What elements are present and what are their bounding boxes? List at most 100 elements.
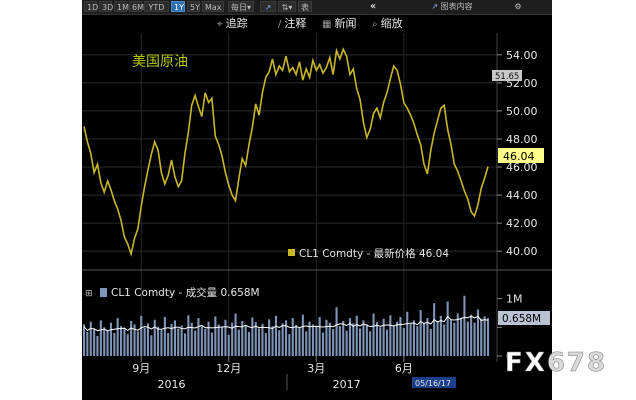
volume-bar <box>332 329 335 356</box>
volume-bar <box>160 330 163 356</box>
volume-bar <box>322 332 325 356</box>
volume-bar <box>109 322 112 356</box>
price-legend: CL1 Comdty - 最新价格 46.04 <box>299 247 449 260</box>
volume-bar <box>167 333 170 356</box>
volume-bar <box>140 315 143 356</box>
volume-bar <box>480 318 483 356</box>
volume-bar <box>291 318 294 356</box>
price-tick-label: 42.00 <box>506 217 538 230</box>
volume-bar <box>89 321 92 356</box>
volume-bar <box>409 323 412 356</box>
volume-bar <box>271 326 274 356</box>
volume-bar <box>157 326 160 356</box>
volume-bar <box>460 318 463 356</box>
volume-bar <box>221 327 224 356</box>
volume-bar <box>392 325 395 356</box>
volume-bar <box>113 333 116 356</box>
volume-bar <box>365 324 368 356</box>
volume-legend: CL1 Comdty - 成交量 0.658M <box>111 286 260 299</box>
volume-bar <box>264 333 267 356</box>
volume-bar <box>369 331 372 356</box>
volume-bar <box>446 301 449 356</box>
volume-bar <box>153 319 156 356</box>
upper-price-tag-text: 51.65 <box>495 72 519 82</box>
volume-bar <box>301 314 304 356</box>
price-tick-label: 44.00 <box>506 189 538 202</box>
volume-bar <box>268 319 271 356</box>
volume-bar <box>96 335 99 356</box>
volume-bar <box>295 325 298 356</box>
volume-bar <box>184 333 187 356</box>
volume-bar <box>200 326 203 356</box>
volume-bar <box>386 329 389 356</box>
volume-bar <box>83 324 86 356</box>
volume-bar <box>399 317 402 356</box>
volume-bar <box>419 310 422 356</box>
volume-bar <box>261 323 264 356</box>
year-label: 2017 <box>333 378 361 391</box>
volume-bar <box>305 331 308 356</box>
volume-bar <box>416 326 419 356</box>
volume-bar <box>99 320 102 356</box>
volume-legend-swatch <box>100 288 107 297</box>
volume-bar <box>318 317 321 356</box>
volume-legend-toggle[interactable]: ⊞ <box>85 289 93 299</box>
volume-bar <box>362 320 365 356</box>
volume-bar <box>247 331 250 356</box>
volume-bar <box>143 327 146 356</box>
volume-tag-text: 0.658M <box>502 313 541 325</box>
volume-bar <box>345 330 348 356</box>
watermark-logo: FX678 <box>505 348 607 379</box>
volume-bar <box>234 313 237 356</box>
volume-bar <box>315 326 318 356</box>
volume-bar <box>130 321 133 356</box>
volume-bar <box>298 327 301 356</box>
month-label: 12月 <box>216 362 241 375</box>
chart-title: 美国原油 <box>132 54 188 70</box>
volume-bar <box>274 315 277 356</box>
volume-bar <box>150 335 153 356</box>
volume-bar <box>120 326 123 356</box>
volume-bar <box>483 316 486 356</box>
month-label: 6月 <box>395 362 413 375</box>
volume-bar <box>116 318 119 356</box>
volume-bar <box>177 328 180 356</box>
volume-bar <box>355 315 358 356</box>
volume-bar <box>86 331 89 356</box>
volume-bar <box>372 313 375 356</box>
volume-bar <box>389 315 392 356</box>
volume-bar <box>342 321 345 356</box>
price-tick-label: 40.00 <box>506 245 538 258</box>
price-tick-label: 50.00 <box>506 105 538 118</box>
volume-tick-label: 1M <box>506 293 523 306</box>
volume-bar <box>463 295 466 356</box>
volume-bar <box>359 328 362 356</box>
volume-bar <box>487 318 490 356</box>
volume-bar <box>439 315 442 356</box>
volume-bar <box>210 332 213 356</box>
volume-bar <box>473 322 476 356</box>
watermark-part1: FX <box>505 348 547 379</box>
volume-bar <box>396 321 399 356</box>
month-label: 3月 <box>307 362 325 375</box>
volume-bar <box>187 315 190 356</box>
volume-bar <box>146 323 149 356</box>
volume-bar <box>449 319 452 356</box>
volume-bar <box>194 330 197 356</box>
volume-bar <box>258 328 261 356</box>
volume-bar <box>288 334 291 356</box>
volume-bar <box>466 321 469 356</box>
volume-bar <box>402 327 405 356</box>
volume-bar <box>375 322 378 356</box>
terminal-chart-window: 1D 3D 1M 6M YTD 1Y 5Y Max 每日▾ ↗ ⇅▾ 表 « ↗… <box>82 0 552 400</box>
volume-bar <box>412 320 415 356</box>
volume-bar <box>423 322 426 356</box>
volume-bar <box>433 303 436 356</box>
volume-bar <box>126 334 129 356</box>
volume-bar <box>325 319 328 356</box>
volume-bar <box>227 334 230 356</box>
volume-bar <box>224 319 227 356</box>
date-badge-text: 05/16/17 <box>415 379 451 388</box>
volume-bar <box>335 307 338 356</box>
volume-bar <box>436 321 439 356</box>
